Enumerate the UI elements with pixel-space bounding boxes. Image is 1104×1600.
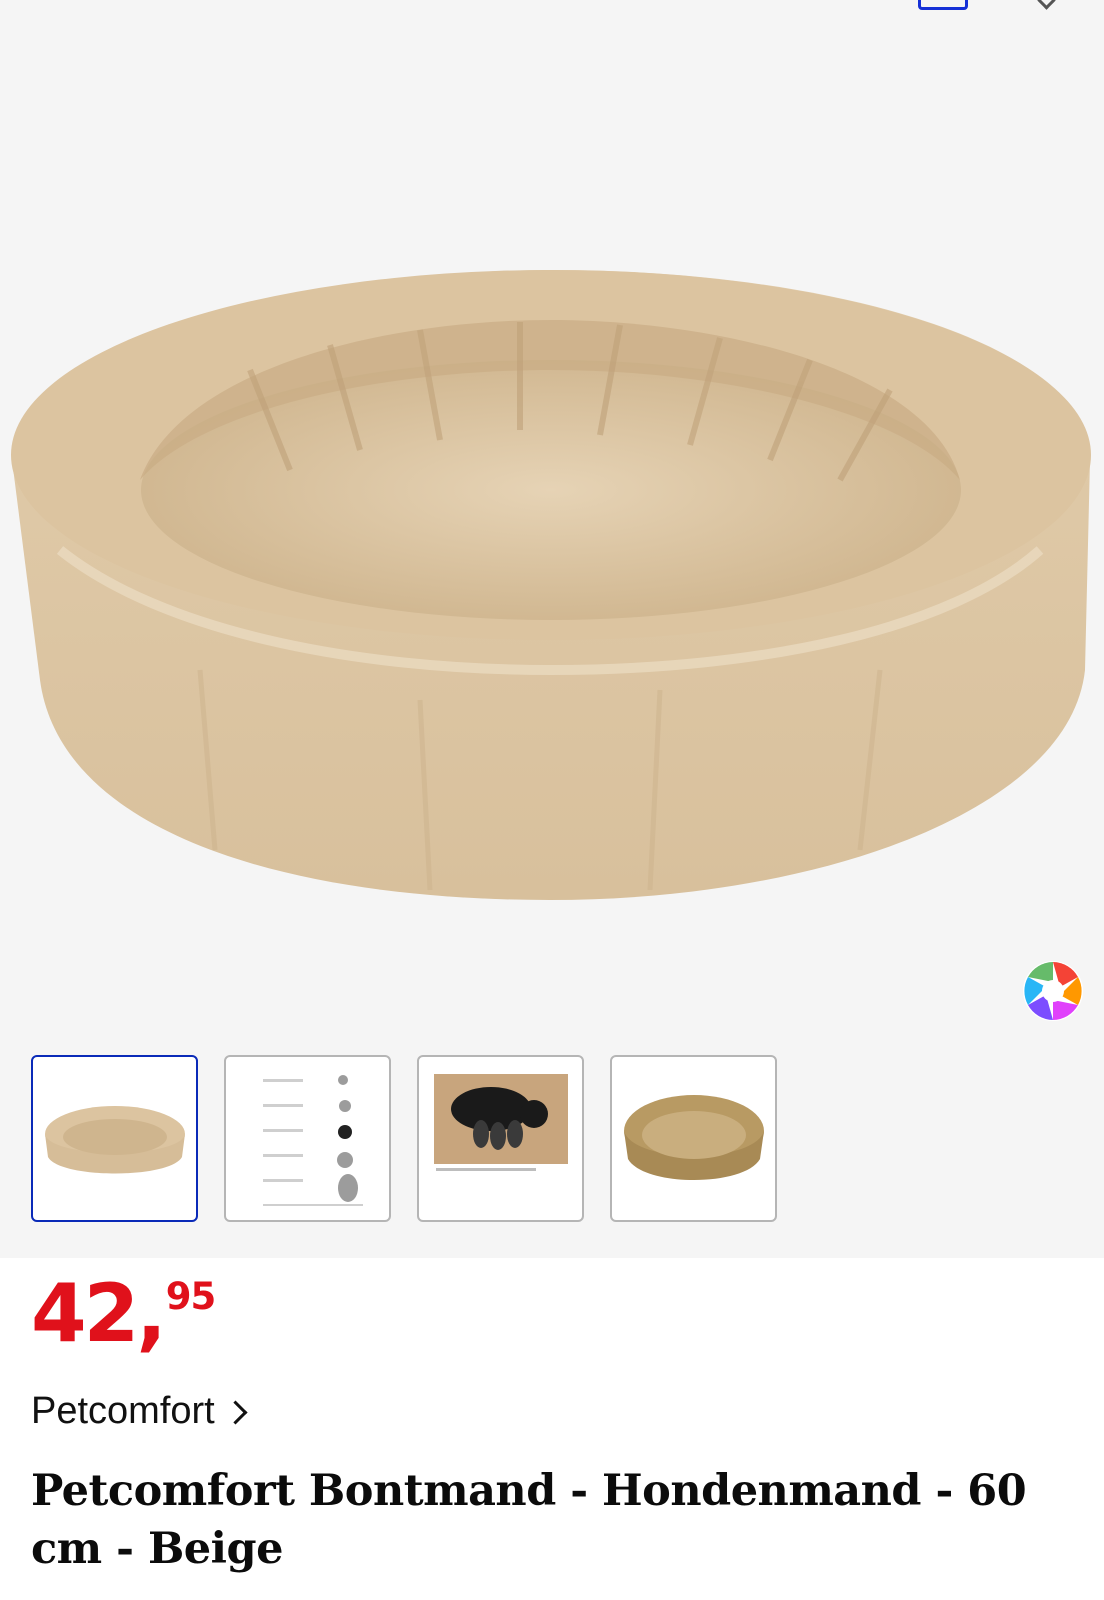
chevron-icon[interactable]: [1037, 0, 1056, 10]
color-wheel-icon[interactable]: [1022, 960, 1084, 1022]
brand-link[interactable]: Petcomfort: [31, 1390, 248, 1433]
thumbnail-bed-dark[interactable]: [610, 1055, 777, 1222]
price: 42, 95: [31, 1267, 216, 1360]
thumbnail-bed-beige[interactable]: [31, 1055, 198, 1222]
price-euros: 42,: [31, 1267, 167, 1360]
toolbar-button-peek[interactable]: [918, 0, 968, 10]
thumbnail-size-chart[interactable]: [224, 1055, 391, 1222]
product-title: Petcomfort Bontmand - Hondenmand - 60 cm…: [31, 1466, 1027, 1574]
thumbnail-strip: [31, 1055, 777, 1222]
thumbnail-dog-photo[interactable]: [417, 1055, 584, 1222]
brand-label: Petcomfort: [31, 1390, 215, 1432]
chevron-right-icon: [223, 1400, 248, 1425]
product-gallery: [0, 0, 1104, 1258]
product-main-image[interactable]: [0, 250, 1104, 940]
price-cents: 95: [165, 1275, 216, 1318]
